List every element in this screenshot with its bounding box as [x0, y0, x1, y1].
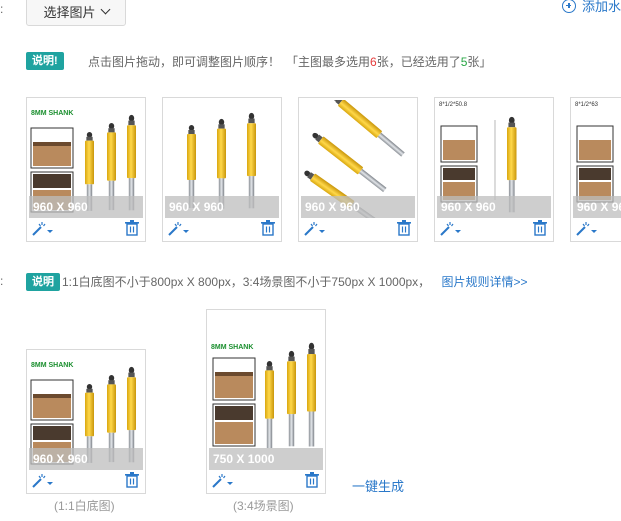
- tip-bracket-close: 张」: [467, 55, 492, 69]
- brand-text: 8MM SHANK: [211, 344, 254, 351]
- trash-icon[interactable]: [261, 220, 275, 236]
- trash-icon[interactable]: [397, 220, 411, 236]
- product-image[interactable]: 8MM SHANK 960 X 960: [29, 352, 143, 470]
- tip-badge: 说明!: [26, 52, 64, 70]
- image-tools: [27, 469, 145, 493]
- trash-icon[interactable]: [125, 472, 139, 488]
- tip-main-text: 点击图片拖动，即可调整图片顺序！: [88, 55, 281, 69]
- image-size-label: 960 X 960: [29, 448, 143, 470]
- magic-wand-icon[interactable]: [31, 473, 53, 489]
- add-link-label: 添加水: [582, 0, 621, 14]
- tip-mid: 张，已经选用了: [376, 55, 461, 69]
- scene-caption: (3:4场景图): [233, 499, 294, 513]
- white-bg-caption: (1:1白底图): [54, 499, 115, 513]
- image-tools: [435, 217, 553, 241]
- product-image[interactable]: 8MM SHANK 960 X 960: [29, 100, 143, 218]
- chevron-down-icon: [100, 4, 110, 14]
- magic-wand-icon[interactable]: [211, 473, 233, 489]
- trash-icon[interactable]: [125, 220, 139, 236]
- white-bg-image-card[interactable]: 8MM SHANK 960 X 960: [26, 349, 146, 494]
- magic-wand-icon[interactable]: [303, 221, 325, 237]
- spec-text: 8*1/2*63: [575, 102, 599, 108]
- image-size-label: 960 X 96: [573, 196, 621, 218]
- image-size-label: 750 X 1000: [209, 448, 323, 470]
- plus-circle-icon: [562, 0, 576, 13]
- trash-icon[interactable]: [533, 220, 547, 236]
- magic-wand-icon[interactable]: [167, 221, 189, 237]
- image-size-label: 960 X 960: [301, 196, 415, 218]
- image-tools: [207, 469, 325, 493]
- magic-wand-icon[interactable]: [439, 221, 461, 237]
- tip-bracket-open: 「主图最多选用: [286, 55, 371, 69]
- main-image-card[interactable]: 8MM SHANK 960 X 960: [26, 97, 146, 242]
- main-image-card[interactable]: 960 X 960: [162, 97, 282, 242]
- product-image[interactable]: 960 X 960: [165, 100, 279, 218]
- select-image-button[interactable]: 选择图片: [26, 0, 126, 26]
- scene-image-card[interactable]: 8MM SHANK 750 X 1000: [206, 309, 326, 494]
- product-image[interactable]: 960 X 960: [301, 100, 415, 218]
- product-image[interactable]: 8*1/2*50.8 960 X 960: [437, 100, 551, 218]
- image-size-label: 960 X 960: [165, 196, 279, 218]
- rules-text: 1:1白底图不小于800px X 800px，3:4场景图不小于750px X …: [62, 273, 528, 290]
- main-image-card[interactable]: 8*1/2*63 960 X 96: [570, 97, 621, 242]
- label-colon: :: [0, 274, 4, 288]
- product-image[interactable]: 8MM SHANK 750 X 1000: [209, 312, 323, 470]
- brand-text: 8MM SHANK: [31, 362, 74, 369]
- magic-wand-icon[interactable]: [575, 221, 597, 237]
- max-count: 6: [370, 55, 377, 69]
- image-rules-link[interactable]: 图片规则详情>>: [442, 275, 528, 289]
- select-image-label: 选择图片: [43, 4, 96, 20]
- brand-text: 8MM SHANK: [31, 110, 74, 117]
- image-size-label: 960 X 960: [29, 196, 143, 218]
- image-tools: [571, 217, 621, 241]
- add-watermark-link[interactable]: 添加水: [562, 0, 621, 15]
- main-image-card[interactable]: 8*1/2*50.8 960 X 960: [434, 97, 554, 242]
- main-images-tip: 点击图片拖动，即可调整图片顺序！ 「主图最多选用6张，已经选用了5张」: [88, 53, 491, 70]
- spec-text: 8*1/2*50.8: [439, 102, 468, 108]
- image-tools: [299, 217, 417, 241]
- main-image-card[interactable]: 960 X 960: [298, 97, 418, 242]
- image-tools: [27, 217, 145, 241]
- label-colon: :: [0, 2, 4, 16]
- router-bit-image: [212, 342, 316, 449]
- image-size-label: 960 X 960: [437, 196, 551, 218]
- product-image[interactable]: 8*1/2*63 960 X 96: [573, 100, 621, 218]
- trash-icon[interactable]: [305, 472, 319, 488]
- rules-badge: 说明: [26, 273, 60, 291]
- rules-description: 1:1白底图不小于800px X 800px，3:4场景图不小于750px X …: [62, 275, 431, 289]
- one-click-generate-link[interactable]: 一键生成: [352, 476, 404, 495]
- magic-wand-icon[interactable]: [31, 221, 53, 237]
- image-tools: [163, 217, 281, 241]
